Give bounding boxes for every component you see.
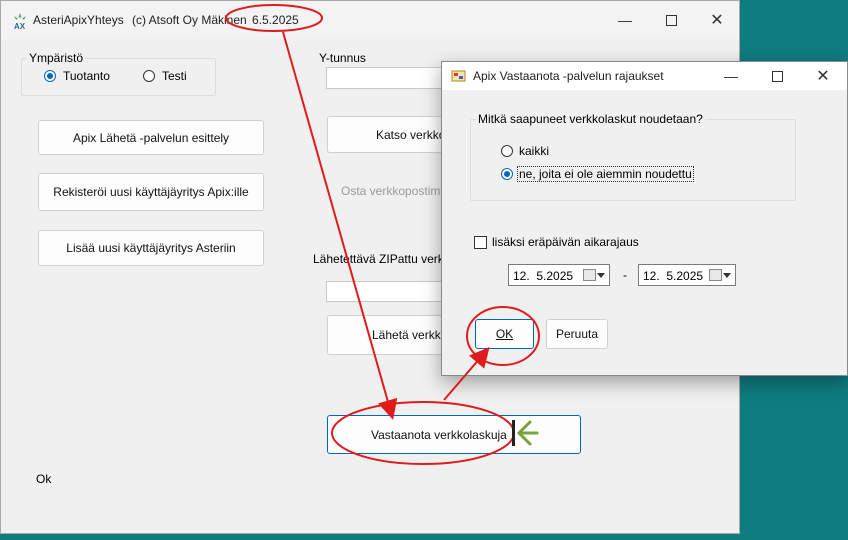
view-address-button[interactable]: Katso verkkop [327,116,452,153]
calendar-icon [709,269,722,281]
environment-label: Ympäristö [27,51,86,65]
radio-new-only[interactable]: ne, joita ei ole aiemmin noudettu [501,166,694,182]
dialog-close-button[interactable]: ✕ [800,57,846,95]
fetch-question: Mitkä saapuneet verkkolaskut noudetaan? [476,112,705,126]
svg-text:AX: AX [14,22,26,30]
radio-all-label: kaikki [519,144,550,158]
main-titlebar[interactable]: AX AsteriApixYhteys (c) Atsoft Oy Mäkine… [1,1,739,39]
app-copyright: (c) Atsoft Oy Mäkinen [132,13,247,27]
minimize-icon: — [618,12,632,28]
date-from-value: 12. 5.2025 [513,269,574,283]
chevron-down-icon [597,273,605,278]
filter-dialog: Apix Vastaanota -palvelun rajaukset — ✕ … [441,61,848,376]
maximize-icon [771,70,783,82]
due-date-checkbox[interactable]: lisäksi eräpäivän aikarajaus [474,235,639,249]
maximize-icon [665,14,677,26]
minimize-icon: — [724,68,738,84]
app-logo-icon: AX [11,12,29,31]
date-separator: - [623,268,627,282]
status-text: Ok [36,472,52,486]
due-date-checkbox-box[interactable] [474,235,487,249]
business-id-label: Y-tunnus [319,51,366,65]
radio-new-only-label: ne, joita ei ole aiemmin noudettu [517,166,694,182]
close-button[interactable]: ✕ [694,1,740,39]
zip-file-input[interactable] [326,281,451,302]
buy-address-button: Osta verkkopostimerk [327,173,452,209]
calendar-icon [583,269,596,281]
business-id-input[interactable] [326,67,451,89]
date-from-picker[interactable]: 12. 5.2025 [508,264,610,286]
radio-tuotanto-indicator[interactable] [44,70,56,82]
ok-button[interactable]: OK [475,319,534,349]
due-date-checkbox-label: lisäksi eräpäivän aikarajaus [492,235,639,249]
zip-file-label: Lähetettävä ZIPattu verk [313,252,444,266]
cancel-button[interactable]: Peruuta [546,319,608,349]
chevron-down-icon [723,273,731,278]
app-name: AsteriApixYhteys [33,13,124,27]
radio-new-only-indicator[interactable] [501,168,513,180]
close-icon: ✕ [816,68,830,85]
register-user-button[interactable]: Rekisteröi uusi käyttäjäyritys Apix:ille [38,173,264,211]
radio-testi-label: Testi [162,69,187,83]
send-invoices-button[interactable]: Lähetä verkkol [327,315,452,355]
radio-testi[interactable]: Testi [143,69,187,83]
dialog-titlebar[interactable]: Apix Vastaanota -palvelun rajaukset — ✕ [442,62,847,90]
radio-tuotanto-label: Tuotanto [63,69,110,83]
radio-all-indicator[interactable] [501,145,513,157]
dialog-title: Apix Vastaanota -palvelun rajaukset [473,69,664,83]
radio-tuotanto[interactable]: Tuotanto [44,69,110,83]
date-to-value: 12. 5.2025 [643,269,704,283]
radio-testi-indicator[interactable] [143,70,155,82]
radio-all[interactable]: kaikki [501,144,549,158]
minimize-button[interactable]: — [602,1,648,39]
dialog-minimize-button[interactable]: — [708,57,754,95]
send-intro-button[interactable]: Apix Lähetä -palvelun esittely [38,120,264,155]
dialog-maximize-button[interactable] [754,57,800,95]
dialog-app-icon [451,68,466,83]
maximize-button[interactable] [648,1,694,39]
close-icon: ✕ [710,12,724,29]
fetch-options-group [470,119,796,201]
date-to-picker[interactable]: 12. 5.2025 [638,264,736,286]
app-date: 6.5.2025 [252,13,299,27]
receive-invoices-button[interactable]: Vastaanota verkkolaskuja [327,415,581,454]
add-user-button[interactable]: Lisää uusi käyttäjäyritys Asteriin [38,230,264,266]
